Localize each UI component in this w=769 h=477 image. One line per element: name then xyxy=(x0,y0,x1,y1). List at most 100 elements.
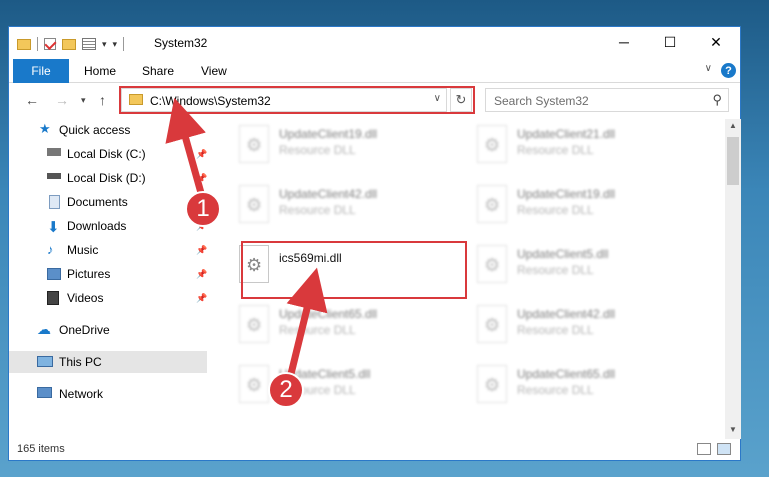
toolbar-divider xyxy=(37,37,38,51)
forward-arrow-icon[interactable]: → xyxy=(55,92,69,108)
gear-file-icon xyxy=(477,305,507,343)
new-folder-icon[interactable] xyxy=(62,38,76,50)
step-2-badge: 2 xyxy=(268,372,304,408)
gear-file-icon xyxy=(239,125,269,163)
sidebar-item-network[interactable]: Network xyxy=(9,383,207,405)
list-item[interactable]: UpdateClient5.dll Resource DLL xyxy=(473,241,703,293)
folder-icon[interactable] xyxy=(17,38,31,50)
list-item[interactable]: UpdateClient42.dll Resource DLL xyxy=(235,181,465,233)
pictures-icon xyxy=(47,268,61,280)
back-arrow-icon[interactable]: ← xyxy=(25,92,39,108)
explorer-window: ▾ ▾ System32 ─ ☐ ✕ File Home Share View … xyxy=(8,26,741,461)
help-button[interactable]: ? xyxy=(721,63,736,78)
search-icon[interactable]: ⚲ xyxy=(712,92,722,108)
list-item[interactable]: UpdateClient19.dll Resource DLL xyxy=(473,181,703,233)
details-view-icon[interactable] xyxy=(697,443,711,455)
network-icon xyxy=(37,387,52,398)
pin-icon[interactable]: 📌 xyxy=(196,173,207,184)
title-bar: ▾ ▾ System32 ─ ☐ ✕ xyxy=(9,27,740,59)
gear-file-icon xyxy=(477,125,507,163)
pin-icon[interactable]: 📌 xyxy=(196,245,207,256)
tab-share[interactable]: Share xyxy=(142,59,174,83)
quick-access-toolbar: ▾ ▾ xyxy=(17,35,125,53)
tab-home[interactable]: Home xyxy=(84,59,116,83)
file-name: UpdateClient5.dll xyxy=(517,247,609,261)
star-icon: ★ xyxy=(39,121,51,136)
list-item[interactable]: UpdateClient65.dll Resource DLL xyxy=(473,361,703,413)
sidebar-item-label: Pictures xyxy=(67,267,111,281)
address-highlight-box xyxy=(119,86,475,114)
documents-icon xyxy=(49,195,60,209)
file-type: Resource DLL xyxy=(517,143,594,157)
file-type: Resource DLL xyxy=(517,383,594,397)
maximize-button[interactable]: ☐ xyxy=(647,27,693,57)
large-icons-view-icon[interactable] xyxy=(717,443,731,455)
pin-icon[interactable]: 📌 xyxy=(196,293,207,304)
sidebar-item-label: Local Disk (C:) xyxy=(67,147,146,161)
navigation-pane: ★ Quick access Local Disk (C:) 📌 Local D… xyxy=(9,119,209,439)
sidebar-item-downloads[interactable]: ⬇ Downloads 📌 xyxy=(9,215,207,237)
toolbar-divider xyxy=(123,37,125,51)
customize-dropdown-icon[interactable]: ▾ xyxy=(102,39,107,50)
gear-file-icon xyxy=(239,305,269,343)
drive-icon xyxy=(47,148,61,156)
music-icon: ♪ xyxy=(47,242,54,257)
list-item[interactable]: UpdateClient19.dll Resource DLL xyxy=(235,121,465,173)
sidebar-item-music[interactable]: ♪ Music 📌 xyxy=(9,239,207,261)
sidebar-item-label: Local Disk (D:) xyxy=(67,171,146,185)
tab-view[interactable]: View xyxy=(201,59,227,83)
file-name: UpdateClient21.dll xyxy=(517,127,616,141)
gear-file-icon xyxy=(477,365,507,403)
file-type: Resource DLL xyxy=(279,323,356,337)
drive-icon xyxy=(47,173,61,179)
onedrive-icon: ☁ xyxy=(37,321,51,337)
list-item[interactable]: UpdateClient65.dll Resource DLL xyxy=(235,301,465,353)
pin-down-icon[interactable]: ▾ xyxy=(113,39,118,50)
search-placeholder: Search System32 xyxy=(494,94,589,108)
sidebar-item-documents[interactable]: Documents 📌 xyxy=(9,191,207,213)
pin-icon[interactable]: 📌 xyxy=(196,269,207,280)
computer-icon xyxy=(37,356,53,367)
list-item[interactable]: UpdateClient21.dll Resource DLL xyxy=(473,121,703,173)
file-name: UpdateClient65.dll xyxy=(517,367,616,381)
file-type: Resource DLL xyxy=(517,323,594,337)
gear-file-icon xyxy=(239,185,269,223)
scroll-up-icon[interactable]: ▲ xyxy=(729,121,737,130)
pin-icon[interactable]: 📌 xyxy=(196,149,207,160)
list-item[interactable]: UpdateClient42.dll Resource DLL xyxy=(473,301,703,353)
scrollbar-thumb[interactable] xyxy=(727,137,739,185)
sidebar-item-local-disk-d[interactable]: Local Disk (D:) 📌 xyxy=(9,167,207,189)
gear-file-icon xyxy=(477,185,507,223)
sidebar-item-label: This PC xyxy=(59,355,102,369)
file-type: Resource DLL xyxy=(517,203,594,217)
sidebar-item-label: OneDrive xyxy=(59,323,110,337)
minimize-button[interactable]: ─ xyxy=(601,27,647,57)
file-type: Resource DLL xyxy=(279,203,356,217)
file-name: UpdateClient65.dll xyxy=(279,307,378,321)
recent-locations-icon[interactable]: ▾ xyxy=(81,95,86,106)
file-name: UpdateClient42.dll xyxy=(517,307,616,321)
navigation-bar: ← → ▾ ↑ C:\Windows\System32 ∨ ↻ Search S… xyxy=(9,84,740,117)
sidebar-item-label: Documents xyxy=(67,195,128,209)
sidebar-item-quick-access[interactable]: ★ Quick access xyxy=(9,119,207,141)
sidebar-item-label: Quick access xyxy=(59,123,131,137)
tab-file[interactable]: File xyxy=(13,59,69,83)
sidebar-item-local-disk-c[interactable]: Local Disk (C:) 📌 xyxy=(9,143,207,165)
sidebar-item-pictures[interactable]: Pictures 📌 xyxy=(9,263,207,285)
up-arrow-icon[interactable]: ↑ xyxy=(99,92,106,108)
properties-icon[interactable] xyxy=(82,38,96,50)
downloads-icon: ⬇ xyxy=(47,219,60,236)
step-1-badge: 1 xyxy=(185,191,221,227)
sidebar-item-onedrive[interactable]: ☁ OneDrive xyxy=(9,319,207,341)
search-input[interactable]: Search System32 ⚲ xyxy=(485,88,729,112)
sidebar-item-label: Music xyxy=(67,243,99,257)
file-name: UpdateClient19.dll xyxy=(279,127,378,141)
item-count: 165 items xyxy=(17,443,65,455)
close-button[interactable]: ✕ xyxy=(693,27,739,57)
vertical-scrollbar[interactable]: ▲ ▼ xyxy=(725,119,741,439)
sidebar-item-this-pc[interactable]: This PC xyxy=(9,351,207,373)
scroll-down-icon[interactable]: ▼ xyxy=(729,425,737,434)
expand-ribbon-icon[interactable]: ∨ xyxy=(705,63,712,74)
sidebar-item-videos[interactable]: Videos 📌 xyxy=(9,287,207,309)
properties-check-icon[interactable] xyxy=(44,38,56,50)
